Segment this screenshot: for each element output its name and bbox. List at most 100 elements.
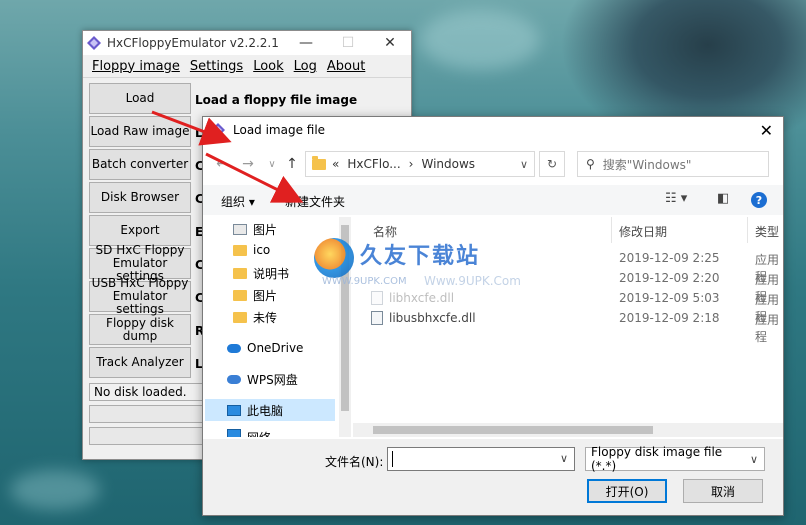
nav-item-onedrive[interactable]: OneDrive: [227, 341, 303, 355]
file-type: 应用程: [755, 313, 780, 344]
address-overflow[interactable]: «: [332, 157, 339, 171]
file-date: 2019-12-09 2:18: [619, 311, 720, 325]
nav-item-this-pc[interactable]: 此电脑: [227, 402, 283, 419]
open-button[interactable]: 打开(O): [587, 479, 667, 503]
file-date: 2019-12-09 2:20: [619, 271, 720, 285]
pictures-icon: [233, 224, 247, 235]
sd-hxc-settings-button[interactable]: SD HxC Floppy Emulator settings: [89, 244, 191, 283]
forward-arrow-icon[interactable]: →: [239, 155, 257, 173]
chevron-down-icon[interactable]: ∨: [520, 158, 528, 171]
preview-pane-icon[interactable]: ◧: [717, 191, 729, 206]
address-separator: ›: [408, 157, 414, 171]
load-description: Load a floppy file image: [195, 92, 358, 107]
search-icon: ⚲: [586, 157, 595, 171]
maximize-icon[interactable]: ☐: [327, 31, 369, 55]
filename-label: 文件名(N):: [325, 455, 384, 469]
background-light: [10, 470, 100, 510]
network-icon: [227, 429, 241, 437]
up-arrow-icon[interactable]: ↑: [283, 155, 301, 173]
menu-settings[interactable]: Settings: [185, 59, 248, 74]
file-type-value: Floppy disk image file (*.*): [591, 445, 723, 473]
menu-log[interactable]: Log: [289, 59, 322, 74]
pc-icon: [227, 405, 241, 416]
minimize-icon[interactable]: —: [285, 31, 327, 55]
nav-item-not-uploaded[interactable]: 未传: [233, 309, 277, 326]
nav-item-network[interactable]: 网络: [227, 429, 271, 437]
nav-item-ico[interactable]: ico: [233, 243, 270, 257]
dll-file-icon: [371, 291, 383, 305]
folder-icon: [233, 312, 247, 323]
file-name: libhxcfe.dll: [389, 291, 455, 305]
dialog-titlebar: Load image file: [211, 123, 325, 137]
new-folder-button[interactable]: 新建文件夹: [285, 193, 345, 210]
load-button[interactable]: Load: [89, 83, 191, 114]
filename-input[interactable]: ∨: [387, 447, 575, 471]
hxc-window-title: HxCFloppyEmulator v2.2.2.1: [107, 36, 279, 50]
batch-converter-button[interactable]: Batch converter: [89, 149, 191, 180]
nav-item-pictures[interactable]: 图片: [233, 221, 277, 238]
hxc-menubar: Floppy image Settings Look Log About: [83, 55, 411, 78]
nav-scroll-thumb[interactable]: [341, 225, 349, 411]
hxc-app-icon: [87, 36, 101, 50]
nav-item-manual[interactable]: 说明书: [233, 265, 289, 282]
menu-about[interactable]: About: [322, 59, 370, 74]
column-header-date[interactable]: 修改日期: [619, 223, 667, 240]
address-segment-windows[interactable]: Windows: [421, 157, 475, 171]
text-caret: [392, 451, 393, 467]
view-options-icon[interactable]: ☷ ▾: [665, 191, 687, 206]
folder-icon: [312, 155, 326, 170]
floppy-disk-dump-button[interactable]: Floppy disk dump: [89, 314, 191, 345]
folder-icon: [233, 244, 247, 256]
hxc-titlebar: HxCFloppyEmulator v2.2.2.1 — ☐ ✕: [83, 31, 411, 55]
file-type-select[interactable]: Floppy disk image file (*.*) ∨: [585, 445, 765, 473]
onedrive-icon: [227, 343, 241, 353]
dll-file-icon: [371, 311, 383, 325]
hxc-app-icon: [211, 123, 225, 137]
column-header-name[interactable]: 名称: [373, 223, 397, 240]
file-date: 2019-12-09 5:03: [619, 291, 720, 305]
file-row[interactable]: 2019-12-09 2:25 应用程: [353, 249, 783, 284]
load-raw-image-button[interactable]: Load Raw image: [89, 116, 191, 147]
folder-icon: [233, 290, 247, 301]
wps-cloud-icon: [227, 375, 241, 384]
file-row[interactable]: libusbhxcfe.dll 2019-12-09 2:18 应用程: [353, 309, 783, 344]
dialog-toolbar: 组织 ▾ 新建文件夹 ☷ ▾ ◧ ?: [203, 185, 783, 215]
nav-item-pictures-folder[interactable]: 图片: [233, 287, 277, 304]
file-row[interactable]: libhxcfe.dll 2019-12-09 5:03 应用程: [353, 289, 783, 324]
column-separator[interactable]: [611, 217, 612, 243]
address-bar[interactable]: « HxCFlo... › Windows ∨: [305, 151, 535, 177]
cancel-button[interactable]: 取消: [683, 479, 763, 503]
background-light: [420, 10, 540, 70]
search-input[interactable]: ⚲ 搜索"Windows": [577, 151, 769, 177]
refresh-icon[interactable]: ↻: [539, 151, 565, 177]
nav-item-wps-cloud[interactable]: WPS网盘: [227, 371, 298, 388]
disk-browser-button[interactable]: Disk Browser: [89, 182, 191, 213]
organize-menu[interactable]: 组织 ▾: [221, 193, 255, 210]
hxc-button-column: Load Load Raw image Batch converter Disk…: [89, 83, 193, 380]
column-header-type[interactable]: 类型: [755, 223, 779, 240]
dialog-title: Load image file: [233, 123, 326, 137]
horizontal-scroll-thumb[interactable]: [373, 426, 653, 434]
chevron-down-icon[interactable]: ∨: [560, 452, 568, 465]
help-icon[interactable]: ?: [751, 192, 767, 208]
file-name-wrap: libusbhxcfe.dll: [371, 311, 476, 325]
address-segment-hxcflo[interactable]: HxCFlo...: [347, 157, 400, 171]
menu-floppy-image[interactable]: Floppy image: [87, 59, 185, 74]
navigation-pane: 图片 ico 说明书 图片 未传 OneDrive WPS网盘 此电脑: [203, 217, 351, 437]
track-analyzer-button[interactable]: Track Analyzer: [89, 347, 191, 378]
close-icon[interactable]: ✕: [760, 121, 773, 140]
export-button[interactable]: Export: [89, 215, 191, 246]
usb-hxc-settings-button[interactable]: USB HxC Floppy Emulator settings: [89, 277, 191, 316]
file-name-wrap: libhxcfe.dll: [371, 291, 454, 305]
file-row[interactable]: 2019-12-09 2:20 应用程: [353, 269, 783, 304]
column-separator[interactable]: [747, 217, 748, 243]
back-arrow-icon[interactable]: ←: [213, 155, 231, 173]
navigation-row: ← → ∨ ↑ « HxCFlo... › Windows ∨ ↻ ⚲ 搜索"W…: [203, 151, 783, 179]
menu-look[interactable]: Look: [248, 59, 288, 74]
recent-chevron-icon[interactable]: ∨: [263, 155, 281, 173]
file-date: 2019-12-09 2:25: [619, 251, 720, 265]
close-icon[interactable]: ✕: [369, 31, 411, 55]
folder-icon: [233, 268, 247, 279]
dialog-bottom-bar: 文件名(N): ∨ Floppy disk image file (*.*) ∨…: [203, 439, 783, 515]
load-image-dialog: Load image file ✕ ← → ∨ ↑ « HxCFlo... › …: [202, 116, 784, 516]
